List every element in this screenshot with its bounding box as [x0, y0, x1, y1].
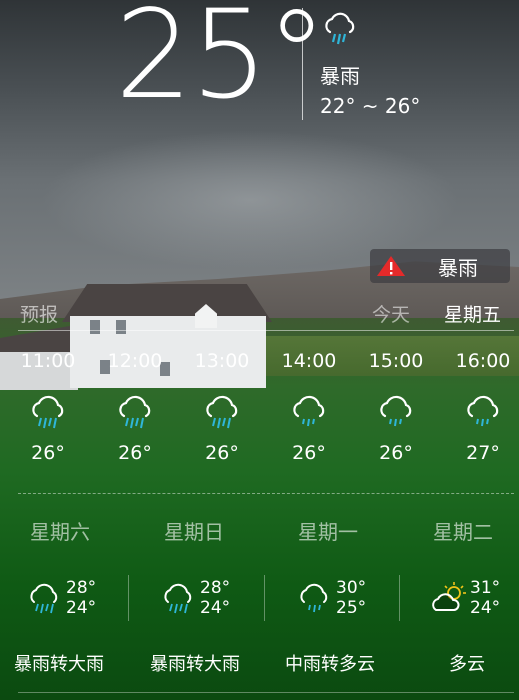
daily-high: 28°	[200, 578, 231, 598]
tab-divider	[18, 330, 514, 331]
hour-temp: 26°	[205, 442, 239, 464]
hour-time: 13:00	[194, 350, 250, 372]
weather-ui: 25° 暴雨 22° ~ 26° 暴雨 预报 今天 星期五 11:00 26° …	[0, 0, 519, 700]
daily-condition: 暴雨转大雨	[14, 654, 104, 675]
day-separator	[264, 575, 265, 621]
hourly-item: 14:00 26°	[269, 350, 349, 464]
daily-condition: 中雨转多云	[285, 654, 375, 675]
daily-high: 30°	[336, 578, 367, 598]
hourly-item: 11:00 26°	[8, 350, 88, 464]
daily-item[interactable]: 30° 25°	[296, 578, 416, 622]
current-temperature: 25°	[115, 0, 327, 126]
hour-time: 15:00	[368, 350, 424, 372]
daily-high: 31°	[470, 578, 501, 598]
hourly-forecast: 11:00 26° 12:00 26° 13:00 26° 14:00 26° …	[0, 350, 519, 480]
daily-item[interactable]: 31° 24°	[430, 578, 519, 622]
bottom-divider	[18, 692, 514, 693]
daily-item[interactable]: 28° 24°	[160, 578, 280, 622]
weather-alert-button[interactable]: 暴雨	[370, 249, 510, 283]
daily-low: 24°	[66, 598, 97, 618]
daily-low: 24°	[470, 598, 501, 618]
tab-friday[interactable]: 星期五	[444, 300, 501, 327]
daily-low: 24°	[200, 598, 231, 618]
hour-temp: 26°	[118, 442, 152, 464]
hourly-item: 15:00 26°	[356, 350, 436, 464]
heavy-rain-icon	[206, 395, 238, 429]
alert-label: 暴雨	[438, 255, 478, 280]
current-condition: 暴雨	[320, 64, 360, 88]
tab-today[interactable]: 今天	[372, 300, 410, 327]
day-separator	[128, 575, 129, 621]
moderate-rain-icon	[467, 395, 499, 427]
weekday-label: 星期一	[298, 520, 358, 544]
moderate-rain-icon	[380, 395, 412, 427]
weekday-label: 星期六	[30, 520, 90, 544]
section-divider	[18, 493, 514, 494]
moderate-rain-icon	[300, 583, 328, 613]
daily-low: 25°	[336, 598, 367, 618]
heavy-rain-icon	[32, 395, 64, 429]
day-separator	[399, 575, 400, 621]
weekday-label: 星期日	[164, 520, 224, 544]
hour-time: 14:00	[281, 350, 337, 372]
hourly-item: 13:00 26°	[182, 350, 262, 464]
divider	[302, 8, 303, 120]
hour-temp: 26°	[379, 442, 413, 464]
hour-time: 16:00	[455, 350, 511, 372]
hourly-item: 12:00 26°	[95, 350, 175, 464]
heavy-rain-icon	[119, 395, 151, 429]
weekday-label: 星期二	[433, 520, 493, 544]
daily-condition: 暴雨转大雨	[150, 654, 240, 675]
hour-temp: 26°	[31, 442, 65, 464]
current-temp-range: 22° ~ 26°	[320, 94, 421, 118]
forecast-heading: 预报	[20, 304, 59, 326]
daily-condition: 多云	[449, 654, 485, 675]
heavy-rain-icon	[164, 583, 192, 614]
rain-cloud-icon	[325, 12, 355, 45]
hour-temp: 27°	[466, 442, 500, 464]
daily-high: 28°	[66, 578, 97, 598]
warning-triangle-icon	[376, 255, 406, 277]
hour-time: 12:00	[107, 350, 163, 372]
heavy-rain-icon	[30, 583, 58, 614]
hour-temp: 26°	[292, 442, 326, 464]
moderate-rain-icon	[293, 395, 325, 427]
hourly-item: 16:00 27°	[443, 350, 519, 464]
hour-time: 11:00	[20, 350, 76, 372]
partly-cloudy-icon	[432, 582, 466, 611]
